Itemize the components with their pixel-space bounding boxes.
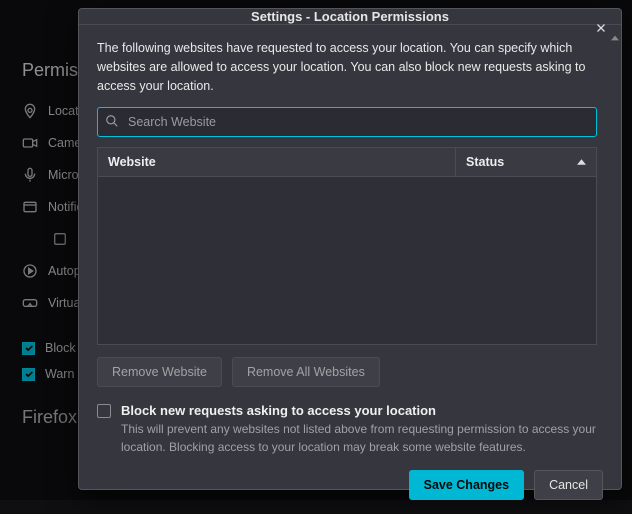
scroll-up-icon <box>611 33 619 43</box>
dialog-header: Settings - Location Permissions <box>79 9 621 25</box>
save-changes-button[interactable]: Save Changes <box>409 470 524 500</box>
table-body-empty <box>98 177 596 344</box>
block-new-requests-checkbox[interactable] <box>97 404 111 418</box>
dialog-description: The following websites have requested to… <box>97 39 611 95</box>
remove-all-websites-button[interactable]: Remove All Websites <box>232 357 380 387</box>
block-new-requests-label: Block new requests asking to access your… <box>121 403 597 418</box>
column-website[interactable]: Website <box>98 148 456 176</box>
search-icon <box>105 114 119 128</box>
search-input[interactable] <box>97 107 597 137</box>
table-header: Website Status <box>98 148 596 177</box>
websites-table: Website Status <box>97 147 597 345</box>
dialog-scrollbar[interactable] <box>611 33 619 448</box>
dialog-footer: Save Changes Cancel <box>79 456 621 514</box>
block-new-requests-help: This will prevent any websites not liste… <box>121 421 597 456</box>
cancel-button[interactable]: Cancel <box>534 470 603 500</box>
dialog-title: Settings - Location Permissions <box>251 9 449 24</box>
remove-website-button[interactable]: Remove Website <box>97 357 222 387</box>
location-permissions-dialog: Settings - Location Permissions The foll… <box>78 8 622 490</box>
search-field-wrapper <box>97 107 597 137</box>
sort-asc-icon <box>577 159 586 165</box>
column-status[interactable]: Status <box>456 148 596 176</box>
